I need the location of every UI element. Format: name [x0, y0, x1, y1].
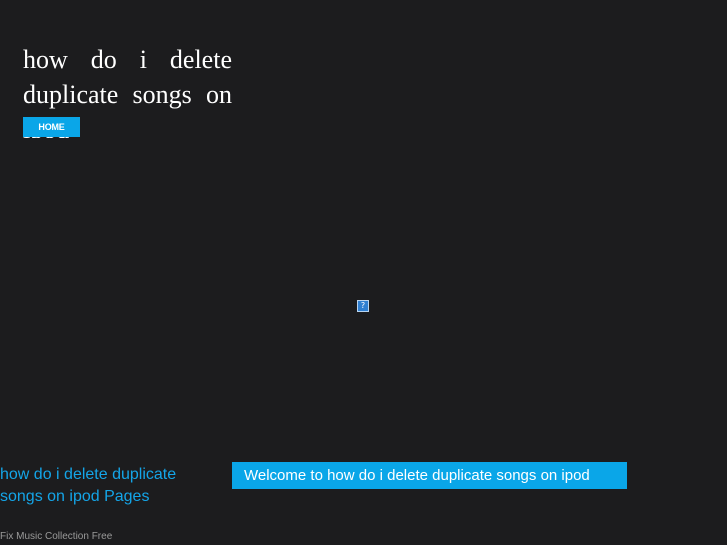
- footer-link[interactable]: Fix Music Collection Free: [0, 531, 112, 543]
- broken-image-icon: ?: [357, 300, 369, 312]
- nav-home-button[interactable]: HOME: [23, 117, 80, 137]
- welcome-banner: Welcome to how do i delete duplicate son…: [232, 462, 627, 489]
- pages-heading: how do i delete duplicate songs on ipod …: [0, 466, 177, 505]
